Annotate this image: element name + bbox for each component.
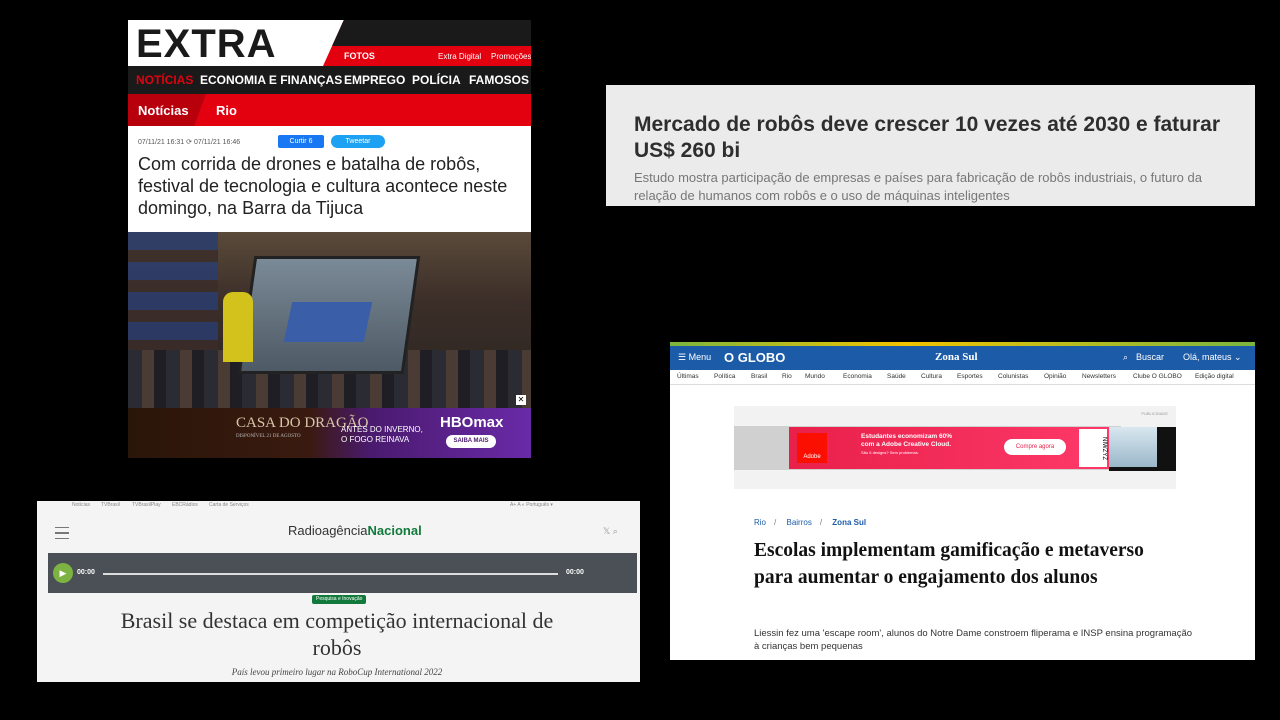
- radioagencia-logo[interactable]: RadioagênciaNacional: [288, 523, 422, 538]
- hamburger-icon[interactable]: [55, 527, 69, 539]
- extra-main-nav: NOTÍCIAS ECONOMIA E FINANÇAS EMPREGO POL…: [128, 66, 531, 94]
- mercado-summary: Estudo mostra participação de empresas e…: [634, 170, 1202, 203]
- menu-mundo[interactable]: Mundo: [805, 373, 825, 380]
- oglobo-section-menu: Últimas Política Brasil Rio Mundo Econom…: [670, 370, 1255, 385]
- social-search-icons[interactable]: 𝕏 ⌕: [603, 526, 618, 537]
- search-icon[interactable]: ⌕: [1123, 352, 1128, 363]
- extra-section-bar: Notícias Rio: [128, 94, 531, 126]
- menu-esportes[interactable]: Esportes: [957, 373, 983, 380]
- fotos-link[interactable]: FOTOS: [344, 51, 375, 61]
- ad-side-text: NIWZYZ: [1079, 429, 1107, 467]
- top-tvbrasil[interactable]: TVBrasil: [101, 502, 120, 508]
- menu-brasil[interactable]: Brasil: [751, 373, 767, 380]
- buscar-link[interactable]: Buscar: [1136, 352, 1164, 362]
- menu-rio[interactable]: Rio: [782, 373, 792, 380]
- adobe-ad-banner[interactable]: Adobe Estudantes economizam 60% com a Ado…: [734, 426, 1176, 471]
- nav-policia[interactable]: POLÍCIA: [412, 73, 461, 87]
- ad-label: PUBLICIDADE: [1141, 411, 1168, 416]
- section-noticias[interactable]: Notícias: [138, 103, 189, 118]
- menu-colunistas[interactable]: Colunistas: [998, 373, 1028, 380]
- menu-opiniao[interactable]: Opinião: [1044, 373, 1066, 380]
- ad-tagline: ANTES DO INVERNO, O FOGO REINAVA: [341, 425, 423, 444]
- menu-clube[interactable]: Clube O GLOBO: [1133, 373, 1182, 380]
- crumb-rio[interactable]: Rio: [754, 518, 766, 527]
- audio-progress-track[interactable]: [103, 573, 558, 575]
- menu-politica[interactable]: Política: [714, 373, 735, 380]
- menu-newsletters[interactable]: Newsletters: [1082, 373, 1116, 380]
- top-carta-servicos[interactable]: Carta de Serviços: [209, 502, 249, 508]
- saiba-mais-button[interactable]: SAIBA MAIS: [446, 435, 496, 448]
- extra-header: EXTRA FOTOS Extra Digital Promoções: [128, 20, 531, 66]
- play-icon[interactable]: ▶: [53, 563, 73, 583]
- promocoes-link[interactable]: Promoções: [491, 52, 531, 61]
- ad-copy: Estudantes economizam 60% com a Adobe Cre…: [861, 433, 953, 455]
- facebook-like-button[interactable]: Curtir 6: [278, 135, 324, 148]
- section-rio[interactable]: Rio: [216, 103, 237, 118]
- crumb-bairros[interactable]: Bairros: [786, 518, 811, 527]
- tweet-button[interactable]: Tweetar: [331, 135, 385, 148]
- menu-saude[interactable]: Saúde: [887, 373, 906, 380]
- menu-button[interactable]: ☰ Menu: [678, 352, 711, 363]
- ad-image: [1109, 427, 1176, 471]
- oglobo-headline: Escolas implementam gamificação e metave…: [754, 540, 1144, 588]
- crumb-zona-sul[interactable]: Zona Sul: [832, 518, 866, 527]
- radioagencia-article-screenshot: Notícias TVBrasil TVBrasilPlay EBCRádios…: [37, 501, 640, 682]
- accessibility-language[interactable]: A+ A ◐ Português ▾: [510, 502, 553, 508]
- top-ebcradios[interactable]: EBCRádios: [172, 502, 198, 508]
- close-icon[interactable]: ✕: [516, 395, 526, 405]
- user-menu[interactable]: Olá, mateus ⌄: [1183, 352, 1242, 363]
- article-timestamps: 07/11/21 16:31 ⟳ 07/11/21 16:46: [138, 139, 241, 146]
- oglobo-logo[interactable]: O GLOBO: [724, 350, 785, 365]
- nav-famosos[interactable]: FAMOSOS: [469, 73, 529, 87]
- extra-headline: Com corrida de drones e batalha de robôs…: [138, 154, 508, 218]
- category-badge[interactable]: Pesquisa e Inovação: [312, 595, 367, 604]
- oglobo-article-screenshot: ☰ Menu O GLOBO Zona Sul ⌕ Buscar Olá, ma…: [670, 342, 1255, 660]
- menu-cultura[interactable]: Cultura: [921, 373, 942, 380]
- current-time: 00:00: [77, 569, 95, 576]
- section-title: Zona Sul: [935, 351, 978, 363]
- nav-noticias[interactable]: NOTÍCIAS: [136, 73, 193, 87]
- menu-edicao-digital[interactable]: Edição digital: [1195, 373, 1234, 380]
- breadcrumb: Rio / Bairros / Zona Sul: [754, 518, 867, 527]
- nav-emprego[interactable]: EMPREGO: [344, 73, 405, 87]
- extra-article-screenshot: EXTRA FOTOS Extra Digital Promoções NOTÍ…: [128, 20, 531, 458]
- adobe-logo: Adobe: [797, 433, 827, 463]
- extra-digital-link[interactable]: Extra Digital: [438, 52, 481, 61]
- hbomax-logo: HBOmax: [440, 414, 504, 431]
- ebc-top-bar: Notícias TVBrasil TVBrasilPlay EBCRádios…: [37, 501, 640, 511]
- radio-headline: Brasil se destaca em competição internac…: [120, 608, 554, 660]
- robot-competition-photo: [128, 232, 531, 408]
- top-noticias[interactable]: Notícias: [72, 502, 90, 508]
- mercado-headline[interactable]: Mercado de robôs deve crescer 10 vezes a…: [634, 112, 1234, 164]
- menu-ultimas[interactable]: Últimas: [677, 373, 699, 380]
- compre-agora-button[interactable]: Compre agora: [1004, 439, 1066, 455]
- audio-player: ▶ 00:00 00:00: [48, 553, 637, 593]
- top-tvbrasilplay[interactable]: TVBrasilPlay: [132, 502, 161, 508]
- adobe-ad-container: PUBLICIDADE Adobe Estudantes economizam …: [734, 406, 1176, 489]
- oglobo-header: ☰ Menu O GLOBO Zona Sul ⌕ Buscar Olá, ma…: [670, 346, 1255, 370]
- oglobo-lead: Liessin fez uma 'escape room', alunos do…: [754, 628, 1193, 652]
- nav-economia[interactable]: ECONOMIA E FINANÇAS: [200, 73, 342, 87]
- menu-economia[interactable]: Economia: [843, 373, 872, 380]
- extra-logo[interactable]: EXTRA: [136, 22, 277, 67]
- radio-subtitle: País levou primeiro lugar na RoboCup Int…: [231, 667, 443, 677]
- hbomax-ad-banner[interactable]: ✕ CASA DO DRAGÃO DISPONÍVEL 21 DE AGOSTO …: [128, 395, 531, 458]
- mercado-robos-article: Mercado de robôs deve crescer 10 vezes a…: [606, 85, 1255, 206]
- total-time: 00:00: [566, 569, 584, 576]
